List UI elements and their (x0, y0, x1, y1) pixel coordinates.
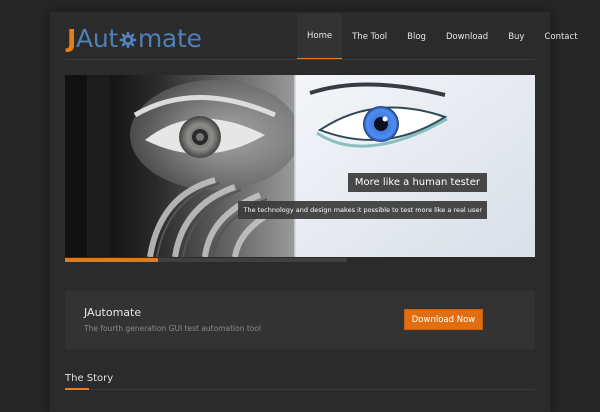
slider-subcaption: The technology and design makes it possi… (238, 201, 487, 219)
story-underline (65, 388, 89, 390)
download-now-button[interactable]: Download Now (404, 309, 483, 330)
story-divider (65, 389, 535, 390)
site-header: JAut mate Home The Tool Blog Download Bu… (50, 12, 578, 60)
slider-caption: More like a human tester (347, 173, 487, 192)
nav-blog[interactable]: Blog (397, 14, 436, 60)
cta-subtitle: The fourth generation GUI test automatio… (84, 324, 262, 333)
hero-slider[interactable]: More like a human tester The technology … (65, 75, 535, 257)
logo-text-end: mate (137, 24, 202, 53)
slider-progress-track (65, 258, 347, 262)
cta-box: JAutomate The fourth generation GUI test… (65, 291, 535, 349)
logo-j: J (67, 24, 77, 53)
story-heading: The Story (65, 373, 114, 384)
page-frame: JAut mate Home The Tool Blog Download Bu… (50, 12, 578, 412)
logo-text-start: Aut (76, 24, 118, 53)
nav-buy[interactable]: Buy (498, 14, 534, 60)
site-logo[interactable]: JAut mate (67, 24, 202, 54)
cta-title: JAutomate (84, 306, 142, 319)
nav-download[interactable]: Download (436, 14, 498, 60)
main-nav: Home The Tool Blog Download Buy Contact (297, 14, 588, 60)
nav-the-tool[interactable]: The Tool (342, 14, 397, 60)
gear-icon (119, 31, 137, 49)
slider-progress-fill (65, 258, 159, 262)
nav-contact[interactable]: Contact (534, 14, 587, 60)
nav-home[interactable]: Home (297, 14, 343, 60)
header-divider (65, 59, 535, 60)
hero-image (65, 75, 535, 257)
